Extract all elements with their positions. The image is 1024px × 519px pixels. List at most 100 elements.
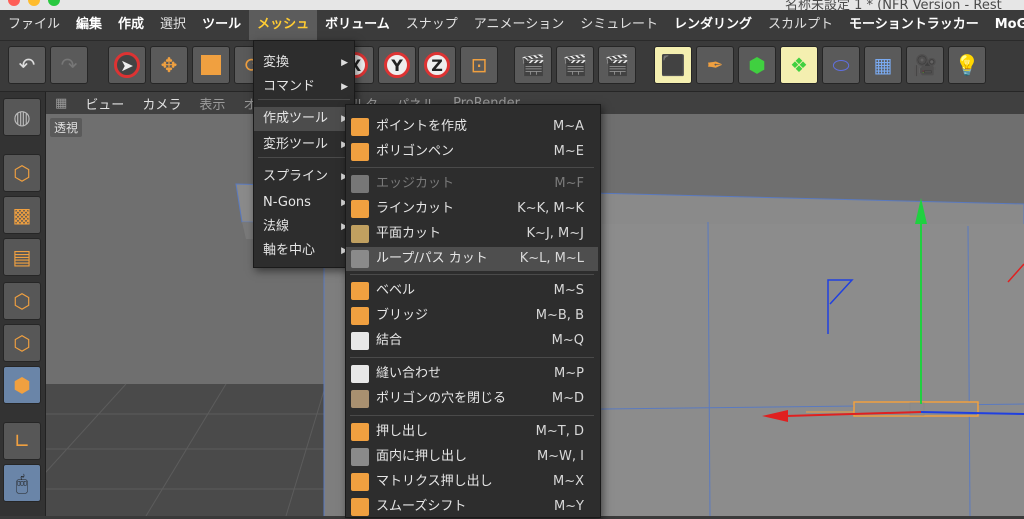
create-tool-label: ポリゴンペン: [376, 144, 455, 159]
create-tool-shortcut: K~L, M~L: [519, 251, 584, 266]
polygons-icon: ⬢: [13, 373, 31, 397]
create-tool-item[interactable]: ループ/パス カット K~L, M~L: [346, 247, 598, 271]
polygons-mode-button[interactable]: ⬢: [3, 366, 41, 404]
workplane-button[interactable]: ▤: [3, 238, 41, 276]
menubar-item[interactable]: スナップ: [398, 10, 466, 40]
create-tool-item[interactable]: ブリッジ M~B, B: [346, 304, 598, 328]
axis-icon: ∟: [13, 429, 31, 453]
cube-model-icon: ⬡: [13, 161, 31, 185]
menubar-item[interactable]: ファイル: [0, 10, 68, 40]
create-tool-item[interactable]: ポリゴンの穴を閉じる M~D: [346, 387, 598, 411]
z-axis-icon: Z: [424, 52, 450, 78]
deformer-button[interactable]: ⬭: [822, 46, 860, 84]
create-tool-item[interactable]: ベベル M~S: [346, 279, 598, 303]
create-tool-shortcut: M~E: [553, 144, 584, 159]
mesh-menu-item[interactable]: 軸を中心▶: [254, 239, 354, 263]
create-tool-item[interactable]: ラインカット K~K, M~K: [346, 197, 598, 221]
create-tool-item[interactable]: マトリクス押し出し M~X: [346, 470, 598, 494]
mesh-menu-dropdown: 変換▶コマンド▶ 作成ツール▶変形ツール▶ スプライン▶N-Gons▶法線▶軸を中心…: [253, 40, 355, 268]
create-tool-shortcut: K~J, M~J: [526, 226, 584, 241]
cube-object-button[interactable]: ⬛: [654, 46, 692, 84]
menubar-item[interactable]: ツール: [194, 10, 249, 40]
cloner-icon: ❖: [790, 53, 808, 77]
menubar-item[interactable]: 作成: [110, 10, 152, 40]
close-window-button[interactable]: [8, 0, 20, 6]
menubar-item[interactable]: 選択: [152, 10, 194, 40]
create-tool-item[interactable]: 縫い合わせ M~P: [346, 362, 598, 386]
edges-icon: ⬡: [13, 331, 31, 355]
mesh-menu-item[interactable]: スプライン▶: [254, 165, 354, 189]
mesh-menu-item[interactable]: 法線▶: [254, 215, 354, 239]
create-tool-label: ポイントを作成: [376, 119, 468, 134]
menu-separator: [350, 167, 594, 168]
minimize-window-button[interactable]: [28, 0, 40, 6]
render-to-picture-viewer-button[interactable]: 🎬: [556, 46, 594, 84]
mesh-menu-item-label: 変換: [263, 55, 290, 70]
z-axis-lock-button[interactable]: Z: [418, 46, 456, 84]
menubar-item[interactable]: モーショントラッカー: [841, 10, 987, 40]
create-tool-shortcut: M~Q: [551, 333, 584, 348]
close-hole-icon: [351, 390, 369, 408]
create-tool-item[interactable]: 面内に押し出し M~W, I: [346, 445, 598, 469]
tweak-mode-button[interactable]: 🖱: [3, 464, 41, 502]
edges-mode-button[interactable]: ⬡: [3, 324, 41, 362]
render-settings-button[interactable]: 🎬: [598, 46, 636, 84]
create-tool-item[interactable]: ポリゴンペン M~E: [346, 140, 598, 164]
bridge-icon: [351, 307, 369, 325]
texture-mode-button[interactable]: ▩: [3, 196, 41, 234]
menubar-item[interactable]: アニメーション: [466, 10, 572, 40]
create-tool-item[interactable]: 押し出し M~T, D: [346, 420, 598, 444]
extrude-icon: [351, 423, 369, 441]
points-mode-button[interactable]: ⬡: [3, 282, 41, 320]
create-tool-label: ベベル: [376, 283, 416, 298]
menubar-item[interactable]: メッシュ: [249, 10, 318, 40]
subdivision-surface-button[interactable]: ⬢: [738, 46, 776, 84]
move-tool-button[interactable]: ✥: [150, 46, 188, 84]
menubar-item[interactable]: MoG: [987, 10, 1024, 40]
create-tool-item[interactable]: スムーズシフト M~Y: [346, 495, 598, 519]
menubar-item[interactable]: スカルプト: [760, 10, 841, 40]
move-arrows-icon: ✥: [160, 53, 178, 77]
live-selection-button[interactable]: ➤: [108, 46, 146, 84]
create-tools-submenu: ポイントを作成 M~A ポリゴンペン M~E エッジカット M~F ラインカット K~K, M…: [345, 104, 601, 518]
viewport-grip-icon[interactable]: ▦: [46, 96, 76, 111]
viewport-menu-item[interactable]: カメラ: [133, 94, 190, 113]
viewport-menu-item[interactable]: ビュー: [76, 94, 133, 113]
mesh-menu-item[interactable]: N-Gons▶: [254, 191, 354, 215]
camera-button[interactable]: 🎥: [906, 46, 944, 84]
redo-button[interactable]: ↷: [50, 46, 88, 84]
stitch-icon: [351, 365, 369, 383]
model-mode-button[interactable]: ⬡: [3, 154, 41, 192]
cloner-button[interactable]: ❖: [780, 46, 818, 84]
menubar-item[interactable]: シミュレート: [572, 10, 666, 40]
create-tool-shortcut: M~X: [552, 474, 584, 489]
scale-tool-button[interactable]: [192, 46, 230, 84]
axis-mode-button[interactable]: ∟: [3, 422, 41, 460]
render-view-button[interactable]: 🎬: [514, 46, 552, 84]
menubar-item[interactable]: 編集: [68, 10, 110, 40]
coordinate-system-button[interactable]: ⊡: [460, 46, 498, 84]
pen-spline-button[interactable]: ✒: [696, 46, 734, 84]
viewport-menu-item[interactable]: 表示: [190, 94, 234, 113]
menubar-item[interactable]: レンダリング: [666, 10, 760, 40]
light-button[interactable]: 💡: [948, 46, 986, 84]
mesh-menu-item[interactable]: 変換 ▶: [254, 51, 354, 75]
create-tool-item[interactable]: 結合 M~Q: [346, 329, 598, 353]
create-tool-shortcut: M~Y: [553, 499, 584, 514]
zoom-window-button[interactable]: [48, 0, 60, 6]
make-editable-button[interactable]: ◍: [3, 98, 41, 136]
create-tool-item[interactable]: ポイントを作成 M~A: [346, 115, 598, 139]
menubar-item[interactable]: ボリューム: [317, 10, 398, 40]
point-create-icon: [351, 118, 369, 136]
floor-button[interactable]: ▦: [864, 46, 902, 84]
camera-icon: 🎥: [912, 53, 938, 77]
mesh-menu-item[interactable]: 変形ツール▶: [254, 133, 354, 157]
mesh-menu-item[interactable]: コマンド ▶: [254, 75, 354, 99]
create-tool-shortcut: M~B, B: [535, 308, 584, 323]
mesh-menu-item[interactable]: 作成ツール▶: [254, 107, 354, 131]
create-tool-item[interactable]: 平面カット K~J, M~J: [346, 222, 598, 246]
undo-button[interactable]: ↶: [8, 46, 46, 84]
create-tool-shortcut: M~P: [554, 366, 584, 381]
redo-icon: ↷: [60, 53, 78, 77]
y-axis-lock-button[interactable]: Y: [378, 46, 416, 84]
